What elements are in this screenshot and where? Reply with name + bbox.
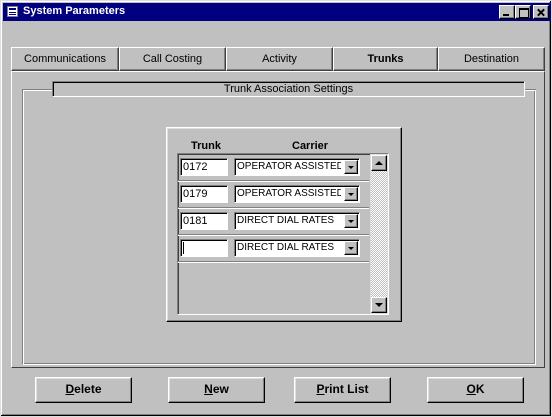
table-row: 0179 OPERATOR ASSISTED xyxy=(178,181,369,209)
carrier-select[interactable]: DIRECT DIAL RATES xyxy=(234,239,360,257)
dropdown-arrow-icon[interactable] xyxy=(344,214,358,228)
maximize-button[interactable] xyxy=(515,5,531,19)
new-button[interactable]: New xyxy=(168,377,265,403)
carrier-value: OPERATOR ASSISTED xyxy=(237,188,341,199)
dropdown-arrow-icon[interactable] xyxy=(344,241,358,255)
trunk-column-header: Trunk xyxy=(191,140,221,152)
carrier-select[interactable]: OPERATOR ASSISTED xyxy=(234,185,360,203)
carrier-column-header: Carrier xyxy=(292,140,329,152)
scroll-up-icon[interactable] xyxy=(371,155,387,171)
group-divider xyxy=(22,89,52,90)
tab-call-costing[interactable]: Call Costing xyxy=(119,47,226,71)
trunk-field[interactable]: 0179 xyxy=(180,185,228,203)
close-button[interactable] xyxy=(533,5,549,19)
table-row: 0172 OPERATOR ASSISTED xyxy=(178,154,369,182)
tab-trunks[interactable]: Trunks xyxy=(333,47,438,71)
ok-button[interactable]: OK xyxy=(427,377,524,403)
tab-destination[interactable]: Destination xyxy=(438,47,545,71)
print-list-button[interactable]: Print List xyxy=(294,377,391,403)
trunk-field[interactable]: 0172 xyxy=(180,158,228,176)
group-title: Trunk Association Settings xyxy=(52,81,525,97)
trunk-field[interactable]: 0181 xyxy=(180,212,228,230)
form-icon[interactable] xyxy=(7,6,18,17)
dropdown-arrow-icon[interactable] xyxy=(344,160,358,174)
table-row: 0181 DIRECT DIAL RATES xyxy=(178,208,369,236)
scroll-down-icon[interactable] xyxy=(371,297,387,313)
window-title: System Parameters xyxy=(23,5,126,17)
delete-button[interactable]: Delete xyxy=(35,377,132,403)
carrier-value: DIRECT DIAL RATES xyxy=(237,242,335,253)
carrier-select[interactable]: DIRECT DIAL RATES xyxy=(234,212,360,230)
title-bar[interactable]: System Parameters xyxy=(3,3,551,21)
carrier-value: DIRECT DIAL RATES xyxy=(237,215,335,226)
table-row: DIRECT DIAL RATES xyxy=(178,235,369,263)
carrier-value: OPERATOR ASSISTED xyxy=(237,161,341,172)
tab-activity[interactable]: Activity xyxy=(226,47,333,71)
carrier-select[interactable]: OPERATOR ASSISTED xyxy=(234,158,360,176)
grid-scrollbar[interactable] xyxy=(370,154,388,314)
text-caret xyxy=(183,242,184,254)
minimize-button[interactable] xyxy=(499,5,515,19)
trunk-field-new[interactable] xyxy=(180,239,228,257)
tab-communications[interactable]: Communications xyxy=(11,47,119,71)
group-divider xyxy=(525,89,536,90)
scroll-track[interactable] xyxy=(371,171,387,297)
dropdown-arrow-icon[interactable] xyxy=(344,187,358,201)
